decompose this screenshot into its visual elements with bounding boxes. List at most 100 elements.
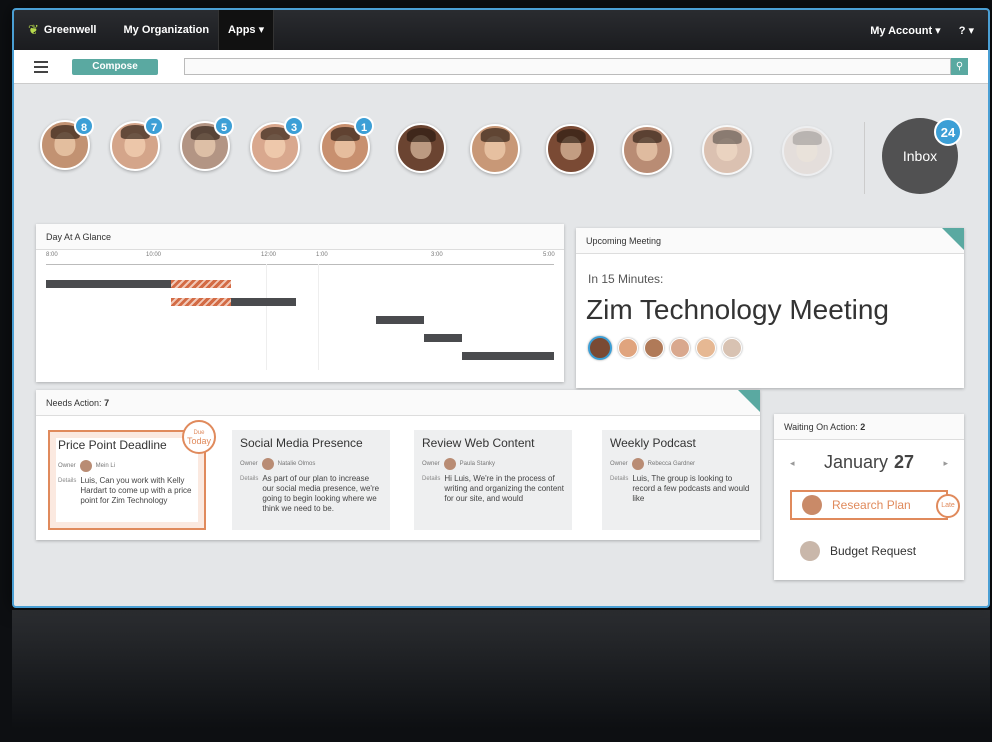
current-date: January 27	[774, 452, 964, 473]
contact-avatar[interactable]	[702, 125, 752, 176]
attendee-avatar[interactable]	[670, 338, 690, 358]
time-tick: 1:00	[316, 252, 328, 258]
details-text: Luis, Can you work with Kelly Hardart to…	[80, 476, 192, 505]
time-tick: 5:00	[543, 252, 555, 258]
gridline	[266, 264, 267, 370]
task-owner: Owner Mein Li	[58, 460, 196, 472]
owner-label: Owner	[240, 461, 258, 467]
task-details: Details As part of our plan to increase o…	[240, 474, 382, 514]
timeline-axis	[46, 264, 554, 265]
time-tick: 3:00	[431, 252, 443, 258]
task-owner: Owner Paula Stanky	[422, 458, 564, 470]
due-date: Today	[186, 436, 212, 446]
task-card[interactable]: Review Web Content Owner Paula Stanky Detai…	[414, 430, 572, 530]
task-title: Price Point Deadline	[58, 438, 167, 452]
needs-action-label: Needs Action:	[46, 398, 102, 408]
unread-badge: 1	[354, 116, 374, 136]
task-card[interactable]: Social Media Presence Owner Natalie Olmos D…	[232, 430, 390, 530]
waiting-count: 2	[860, 422, 866, 432]
owner-label: Owner	[610, 461, 628, 467]
avatar	[261, 458, 274, 470]
event-bar[interactable]	[46, 280, 171, 288]
next-date-icon[interactable]: ▸	[943, 458, 948, 469]
task-details: Details Hi Luis, We're in the process of …	[422, 474, 564, 504]
contact-photo	[472, 126, 518, 172]
corner-flag-icon	[738, 390, 760, 412]
contact-photo	[398, 125, 444, 171]
event-bar[interactable]	[376, 316, 424, 324]
attendee-avatar[interactable]	[722, 338, 742, 358]
waiting-item-budget-request[interactable]: Budget Request	[790, 536, 948, 566]
task-title: Weekly Podcast	[610, 436, 696, 450]
time-tick: 12:00	[261, 252, 277, 258]
inbox-count-badge: 24	[934, 118, 962, 146]
app-window: ❦ Greenwell My Organization Apps ▾ My Ac…	[12, 8, 990, 608]
event-bar[interactable]	[462, 352, 554, 360]
task-details: Details Luis, Can you work with Kelly Har…	[58, 476, 196, 506]
gridline	[318, 264, 319, 370]
corner-flag-icon	[942, 228, 964, 250]
meeting-time: In 15 Minutes:	[588, 272, 664, 286]
month-label: January	[823, 452, 888, 472]
task-owner: Owner Rebecca Gardner	[610, 458, 752, 470]
owner-name: Paula Stanky	[459, 461, 496, 467]
contact-avatar[interactable]	[782, 126, 832, 176]
details-text: Luis, The group is looking to record a f…	[632, 474, 750, 503]
contact-avatar[interactable]	[546, 124, 596, 175]
contact-avatar[interactable]	[622, 124, 672, 175]
attendee-avatar[interactable]	[644, 338, 664, 358]
waiting-item-research-plan[interactable]: Research Plan Late	[790, 490, 960, 520]
time-tick: 8:00	[46, 252, 58, 258]
task-owner: Owner Natalie Olmos	[240, 458, 382, 470]
meeting-name: Zim Technology Meeting	[586, 294, 889, 325]
compose-button[interactable]: Compose	[72, 58, 158, 75]
attendee-avatar[interactable]	[696, 338, 716, 358]
avatar	[79, 460, 92, 472]
avatar	[631, 458, 644, 470]
event-bar[interactable]	[424, 334, 462, 342]
contacts-divider	[864, 122, 865, 194]
contact-avatar[interactable]	[470, 123, 520, 174]
nav-my-organization[interactable]: My Organization	[114, 10, 218, 50]
screen-reflection	[12, 610, 990, 742]
waiting-label: Waiting On Action:	[784, 422, 858, 432]
avatar	[800, 541, 820, 561]
waiting-on-action-card: Waiting On Action: 2 ◂ January 27 ▸ Resea…	[774, 414, 964, 580]
avatar	[443, 458, 456, 470]
due-today-badge: Due Today	[182, 420, 216, 454]
owner-name: Rebecca Gardner	[647, 461, 696, 467]
attendee-avatar[interactable]	[588, 336, 612, 360]
details-label: Details	[610, 476, 629, 482]
task-details: Details Luis, The group is looking to rec…	[610, 474, 752, 504]
owner-name: Natalie Olmos	[277, 461, 316, 467]
menu-icon[interactable]	[34, 60, 48, 73]
avatar	[802, 495, 822, 515]
contact-photo	[548, 126, 594, 172]
details-label: Details	[58, 478, 77, 484]
event-bar[interactable]	[231, 298, 296, 306]
search-icon[interactable]: ⚲	[951, 58, 968, 75]
unread-badge: 7	[144, 116, 164, 136]
task-card[interactable]: Weekly Podcast Owner Rebecca Gardner Detail…	[602, 430, 760, 530]
contact-avatar[interactable]	[396, 123, 446, 173]
needs-action-count: 7	[104, 398, 110, 408]
attendee-avatar[interactable]	[618, 338, 638, 358]
card-title: Waiting On Action: 2	[774, 414, 964, 440]
day-at-glance-card: Day At A Glance 8:00 10:00 12:00 1:00 3:…	[36, 224, 564, 382]
details-label: Details	[422, 476, 441, 482]
task-card[interactable]: Price Point Deadline Owner Mein Li Details L…	[48, 420, 216, 530]
needs-action-card: Needs Action: 7 Price Point Deadline Owne…	[36, 390, 760, 540]
upcoming-meeting-card[interactable]: Upcoming Meeting In 15 Minutes: Zim Tech…	[576, 228, 964, 388]
search-input[interactable]	[184, 58, 951, 75]
contact-photo	[624, 127, 670, 173]
toolbar: Compose ⚲	[14, 50, 988, 84]
brand-logo[interactable]: ❦ Greenwell	[28, 22, 96, 38]
contact-photo	[784, 128, 830, 174]
conflict-bar[interactable]	[171, 298, 231, 306]
nav-apps[interactable]: Apps ▾	[218, 10, 275, 50]
details-label: Details	[240, 476, 259, 482]
help-menu[interactable]: ? ▾	[959, 24, 974, 37]
conflict-bar[interactable]	[171, 280, 231, 288]
owner-label: Owner	[58, 463, 76, 469]
my-account-menu[interactable]: My Account ▾	[870, 24, 941, 37]
